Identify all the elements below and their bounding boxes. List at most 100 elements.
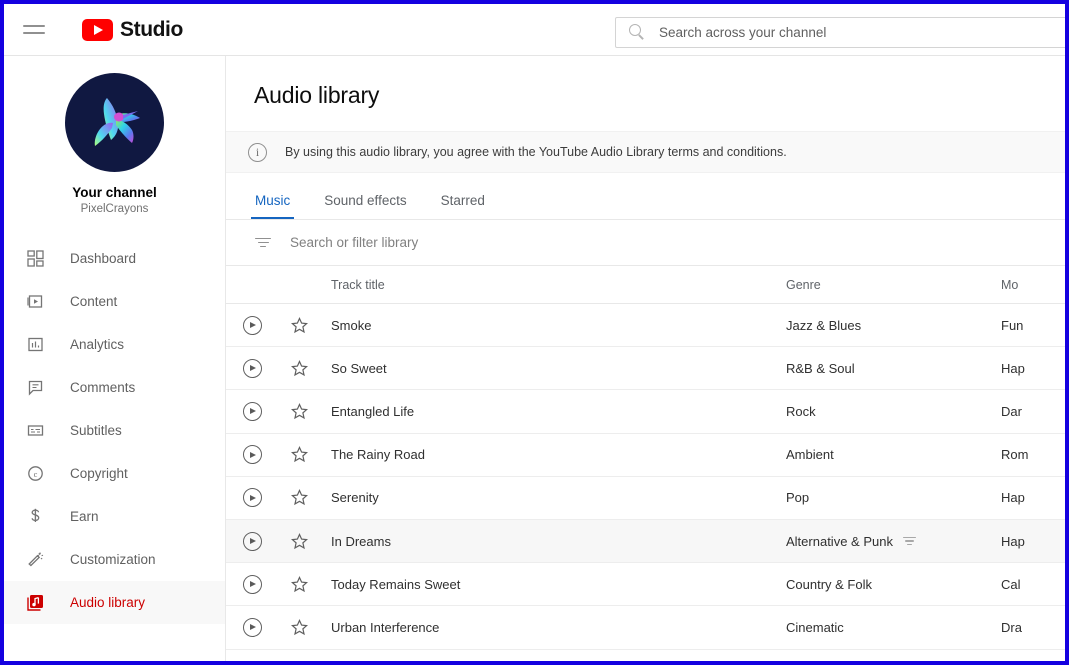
channel-search-box[interactable] — [615, 17, 1065, 48]
track-genre: Jazz & Blues — [786, 318, 861, 333]
hummingbird-avatar-icon — [76, 84, 154, 162]
table-row[interactable]: So SweetR&B & SoulHap — [226, 347, 1065, 390]
tab-music[interactable]: Music — [255, 193, 290, 219]
star-outline-icon[interactable] — [291, 576, 308, 593]
tab-starred[interactable]: Starred — [441, 193, 485, 219]
track-mood: Dra — [1001, 620, 1065, 635]
play-icon[interactable] — [243, 445, 262, 464]
play-cell[interactable] — [226, 316, 278, 335]
track-genre: Country & Folk — [786, 577, 872, 592]
sidebar-item-comments[interactable]: Comments — [4, 366, 225, 409]
sidebar-item-customization[interactable]: Customization — [4, 538, 225, 581]
tab-label: Sound effects — [324, 193, 406, 208]
audio-library-icon — [23, 591, 47, 615]
analytics-icon — [23, 333, 47, 357]
sidebar-item-copyright[interactable]: c Copyright — [4, 452, 225, 495]
play-cell[interactable] — [226, 445, 278, 464]
table-row[interactable]: Urban InterferenceCinematicDra — [226, 606, 1065, 649]
column-header-mood[interactable]: Mo — [1001, 278, 1065, 292]
play-cell[interactable] — [226, 488, 278, 507]
genre-filter-icon[interactable] — [902, 535, 917, 547]
track-genre-cell: Country & Folk — [786, 577, 1001, 592]
track-mood: Rom — [1001, 447, 1065, 462]
star-outline-icon[interactable] — [291, 360, 308, 377]
star-outline-icon[interactable] — [291, 317, 308, 334]
sidebar-item-label: Earn — [70, 509, 99, 524]
track-title: Serenity — [321, 490, 786, 505]
star-outline-icon[interactable] — [291, 446, 308, 463]
sidebar-item-label: Subtitles — [70, 423, 122, 438]
star-cell[interactable] — [278, 619, 321, 636]
star-outline-icon[interactable] — [291, 619, 308, 636]
play-icon[interactable] — [243, 488, 262, 507]
track-title: Today Remains Sweet — [321, 577, 786, 592]
track-mood: Hap — [1001, 361, 1065, 376]
channel-name: PixelCrayons — [81, 203, 149, 215]
star-outline-icon[interactable] — [291, 403, 308, 420]
sidebar-nav: Dashboard Content Anal — [4, 237, 225, 624]
sidebar-item-subtitles[interactable]: Subtitles — [4, 409, 225, 452]
table-row[interactable]: The Rainy RoadAmbientRom — [226, 434, 1065, 477]
column-header-track-title[interactable]: Track title — [321, 278, 786, 292]
star-cell[interactable] — [278, 317, 321, 334]
play-icon[interactable] — [243, 618, 262, 637]
star-cell[interactable] — [278, 533, 321, 550]
track-genre: Rock — [786, 404, 816, 419]
track-genre: Ambient — [786, 447, 834, 462]
play-icon[interactable] — [243, 532, 262, 551]
play-cell[interactable] — [226, 532, 278, 551]
play-cell[interactable] — [226, 402, 278, 421]
track-genre: Alternative & Punk — [786, 534, 893, 549]
youtube-studio-logo[interactable]: Studio — [82, 18, 183, 42]
play-cell[interactable] — [226, 618, 278, 637]
track-title: Smoke — [321, 318, 786, 333]
table-row[interactable]: SmokeJazz & Blues Fun — [226, 304, 1065, 347]
track-genre-cell: Rock — [786, 404, 1001, 419]
table-row[interactable]: SerenityPopHap — [226, 477, 1065, 520]
terms-notice-banner: i By using this audio library, you agree… — [226, 131, 1065, 173]
table-row[interactable]: Today Remains SweetCountry & Folk Cal — [226, 563, 1065, 606]
table-row[interactable]: In DreamsAlternative & PunkHap — [226, 520, 1065, 563]
sidebar-item-audio-library[interactable]: Audio library — [4, 581, 225, 624]
table-row[interactable]: Entangled LifeRockDar — [226, 390, 1065, 433]
star-outline-icon[interactable] — [291, 533, 308, 550]
star-cell[interactable] — [278, 576, 321, 593]
search-input[interactable] — [659, 25, 1065, 40]
play-icon[interactable] — [243, 575, 262, 594]
track-genre-cell: Cinematic — [786, 620, 1001, 635]
track-genre: R&B & Soul — [786, 361, 855, 376]
tab-sound-effects[interactable]: Sound effects — [324, 193, 406, 219]
sidebar-item-label: Analytics — [70, 337, 124, 352]
track-mood: Fun — [1001, 318, 1065, 333]
track-genre-cell: Pop — [786, 490, 1001, 505]
play-icon[interactable] — [243, 402, 262, 421]
filter-input[interactable] — [290, 235, 1065, 250]
play-cell[interactable] — [226, 575, 278, 594]
star-cell[interactable] — [278, 489, 321, 506]
library-tabs: Music Sound effects Starred — [226, 173, 1065, 220]
sidebar: Your channel PixelCrayons Dashboard — [4, 56, 226, 661]
track-genre-cell: Ambient — [786, 447, 1001, 462]
search-icon — [629, 24, 646, 41]
customization-icon — [23, 548, 47, 572]
play-icon[interactable] — [243, 359, 262, 378]
sidebar-item-earn[interactable]: Earn — [4, 495, 225, 538]
sidebar-item-content[interactable]: Content — [4, 280, 225, 323]
track-mood: Cal — [1001, 577, 1065, 592]
filter-funnel-icon[interactable] — [254, 236, 272, 250]
play-cell[interactable] — [226, 359, 278, 378]
star-cell[interactable] — [278, 403, 321, 420]
star-cell[interactable] — [278, 446, 321, 463]
channel-summary[interactable]: Your channel PixelCrayons — [4, 56, 225, 215]
dashboard-icon — [23, 247, 47, 271]
browser-window: Studio — [0, 0, 1069, 665]
sidebar-item-label: Customization — [70, 552, 156, 567]
hamburger-menu-icon[interactable] — [23, 22, 45, 38]
column-header-genre[interactable]: Genre — [786, 278, 1001, 292]
sidebar-item-dashboard[interactable]: Dashboard — [4, 237, 225, 280]
sidebar-item-analytics[interactable]: Analytics — [4, 323, 225, 366]
star-cell[interactable] — [278, 360, 321, 377]
tab-label: Starred — [441, 193, 485, 208]
star-outline-icon[interactable] — [291, 489, 308, 506]
play-icon[interactable] — [243, 316, 262, 335]
